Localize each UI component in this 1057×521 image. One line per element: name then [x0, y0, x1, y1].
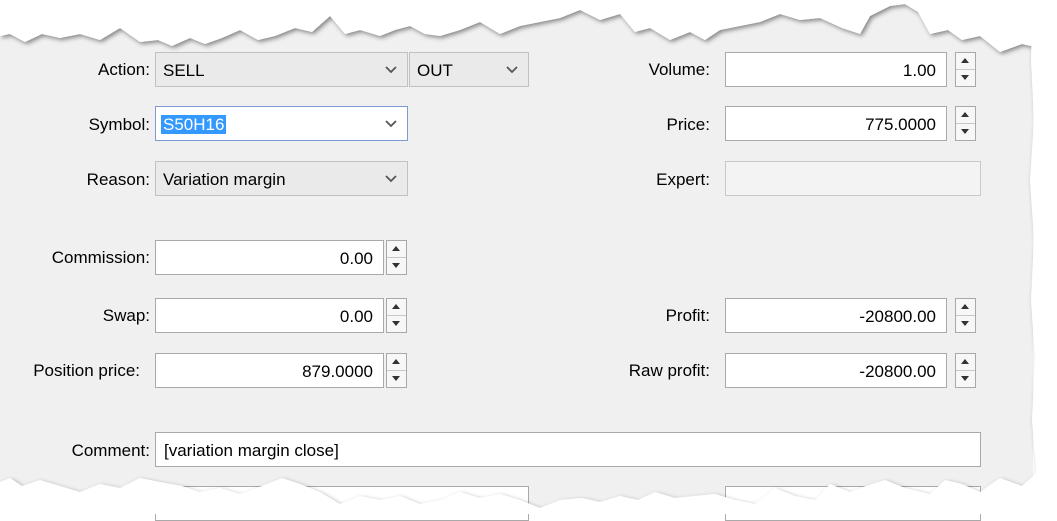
expert-field [725, 161, 981, 196]
chevron-down-icon [385, 175, 397, 183]
dealer-field[interactable] [725, 486, 981, 521]
spin-down-icon[interactable] [956, 70, 975, 86]
reason-label: Reason: [86, 170, 150, 189]
symbol-value: S50H16 [161, 115, 227, 134]
volume-label: Volume: [648, 60, 710, 79]
comment-label: Comment: [71, 441, 150, 460]
spin-up-icon[interactable] [956, 53, 975, 70]
spin-up-icon[interactable] [387, 241, 406, 258]
profit-label: Profit: [665, 306, 710, 325]
swap-field[interactable]: 0.00 [155, 298, 384, 333]
deal-form-panel: Action: SELL OUT Symbol: S50H16 Reason: … [0, 0, 1033, 521]
position-price-spinner[interactable] [386, 353, 407, 388]
price-spinner[interactable] [955, 106, 976, 141]
profit-spinner[interactable] [955, 298, 976, 333]
spin-down-icon[interactable] [387, 316, 406, 332]
spin-down-icon[interactable] [387, 258, 406, 274]
symbol-select[interactable]: S50H16 [155, 106, 408, 141]
commission-label: Commission: [51, 248, 150, 267]
chevron-down-icon [385, 120, 397, 128]
comment-field[interactable]: [variation margin close] [155, 432, 981, 467]
price-field[interactable]: 775.0000 [725, 106, 947, 141]
commission-spinner[interactable] [386, 240, 407, 275]
raw-profit-field[interactable]: -20800.00 [725, 353, 947, 388]
price-label: Price: [666, 115, 710, 134]
volume-spinner[interactable] [955, 52, 976, 87]
spin-up-icon[interactable] [387, 299, 406, 316]
spin-down-icon[interactable] [956, 371, 975, 387]
spin-down-icon[interactable] [387, 371, 406, 387]
action-label: Action: [98, 60, 150, 79]
expert-label: Expert: [656, 170, 710, 189]
spin-down-icon[interactable] [956, 316, 975, 332]
action-value: SELL [163, 61, 205, 80]
action-select[interactable]: SELL [155, 52, 408, 87]
bottom-left-field[interactable] [155, 486, 529, 521]
spin-down-icon[interactable] [956, 124, 975, 140]
spin-up-icon[interactable] [956, 107, 975, 124]
reason-select[interactable]: Variation margin [155, 161, 408, 196]
position-price-field[interactable]: 879.0000 [155, 353, 384, 388]
volume-field[interactable]: 1.00 [725, 52, 947, 87]
raw-profit-spinner[interactable] [955, 353, 976, 388]
spin-up-icon[interactable] [956, 299, 975, 316]
commission-field[interactable]: 0.00 [155, 240, 384, 275]
profit-field[interactable]: -20800.00 [725, 298, 947, 333]
swap-spinner[interactable] [386, 298, 407, 333]
direction-value: OUT [417, 61, 453, 80]
position-price-label: Position price: [33, 361, 140, 380]
spin-up-icon[interactable] [956, 354, 975, 371]
raw-profit-label: Raw profit: [628, 361, 710, 380]
swap-label: Swap: [102, 306, 150, 325]
dealer-label: Dealer: [655, 495, 710, 514]
reason-value: Variation margin [163, 170, 286, 189]
symbol-label: Symbol: [88, 115, 150, 134]
spin-up-icon[interactable] [387, 354, 406, 371]
chevron-down-icon [385, 66, 397, 74]
